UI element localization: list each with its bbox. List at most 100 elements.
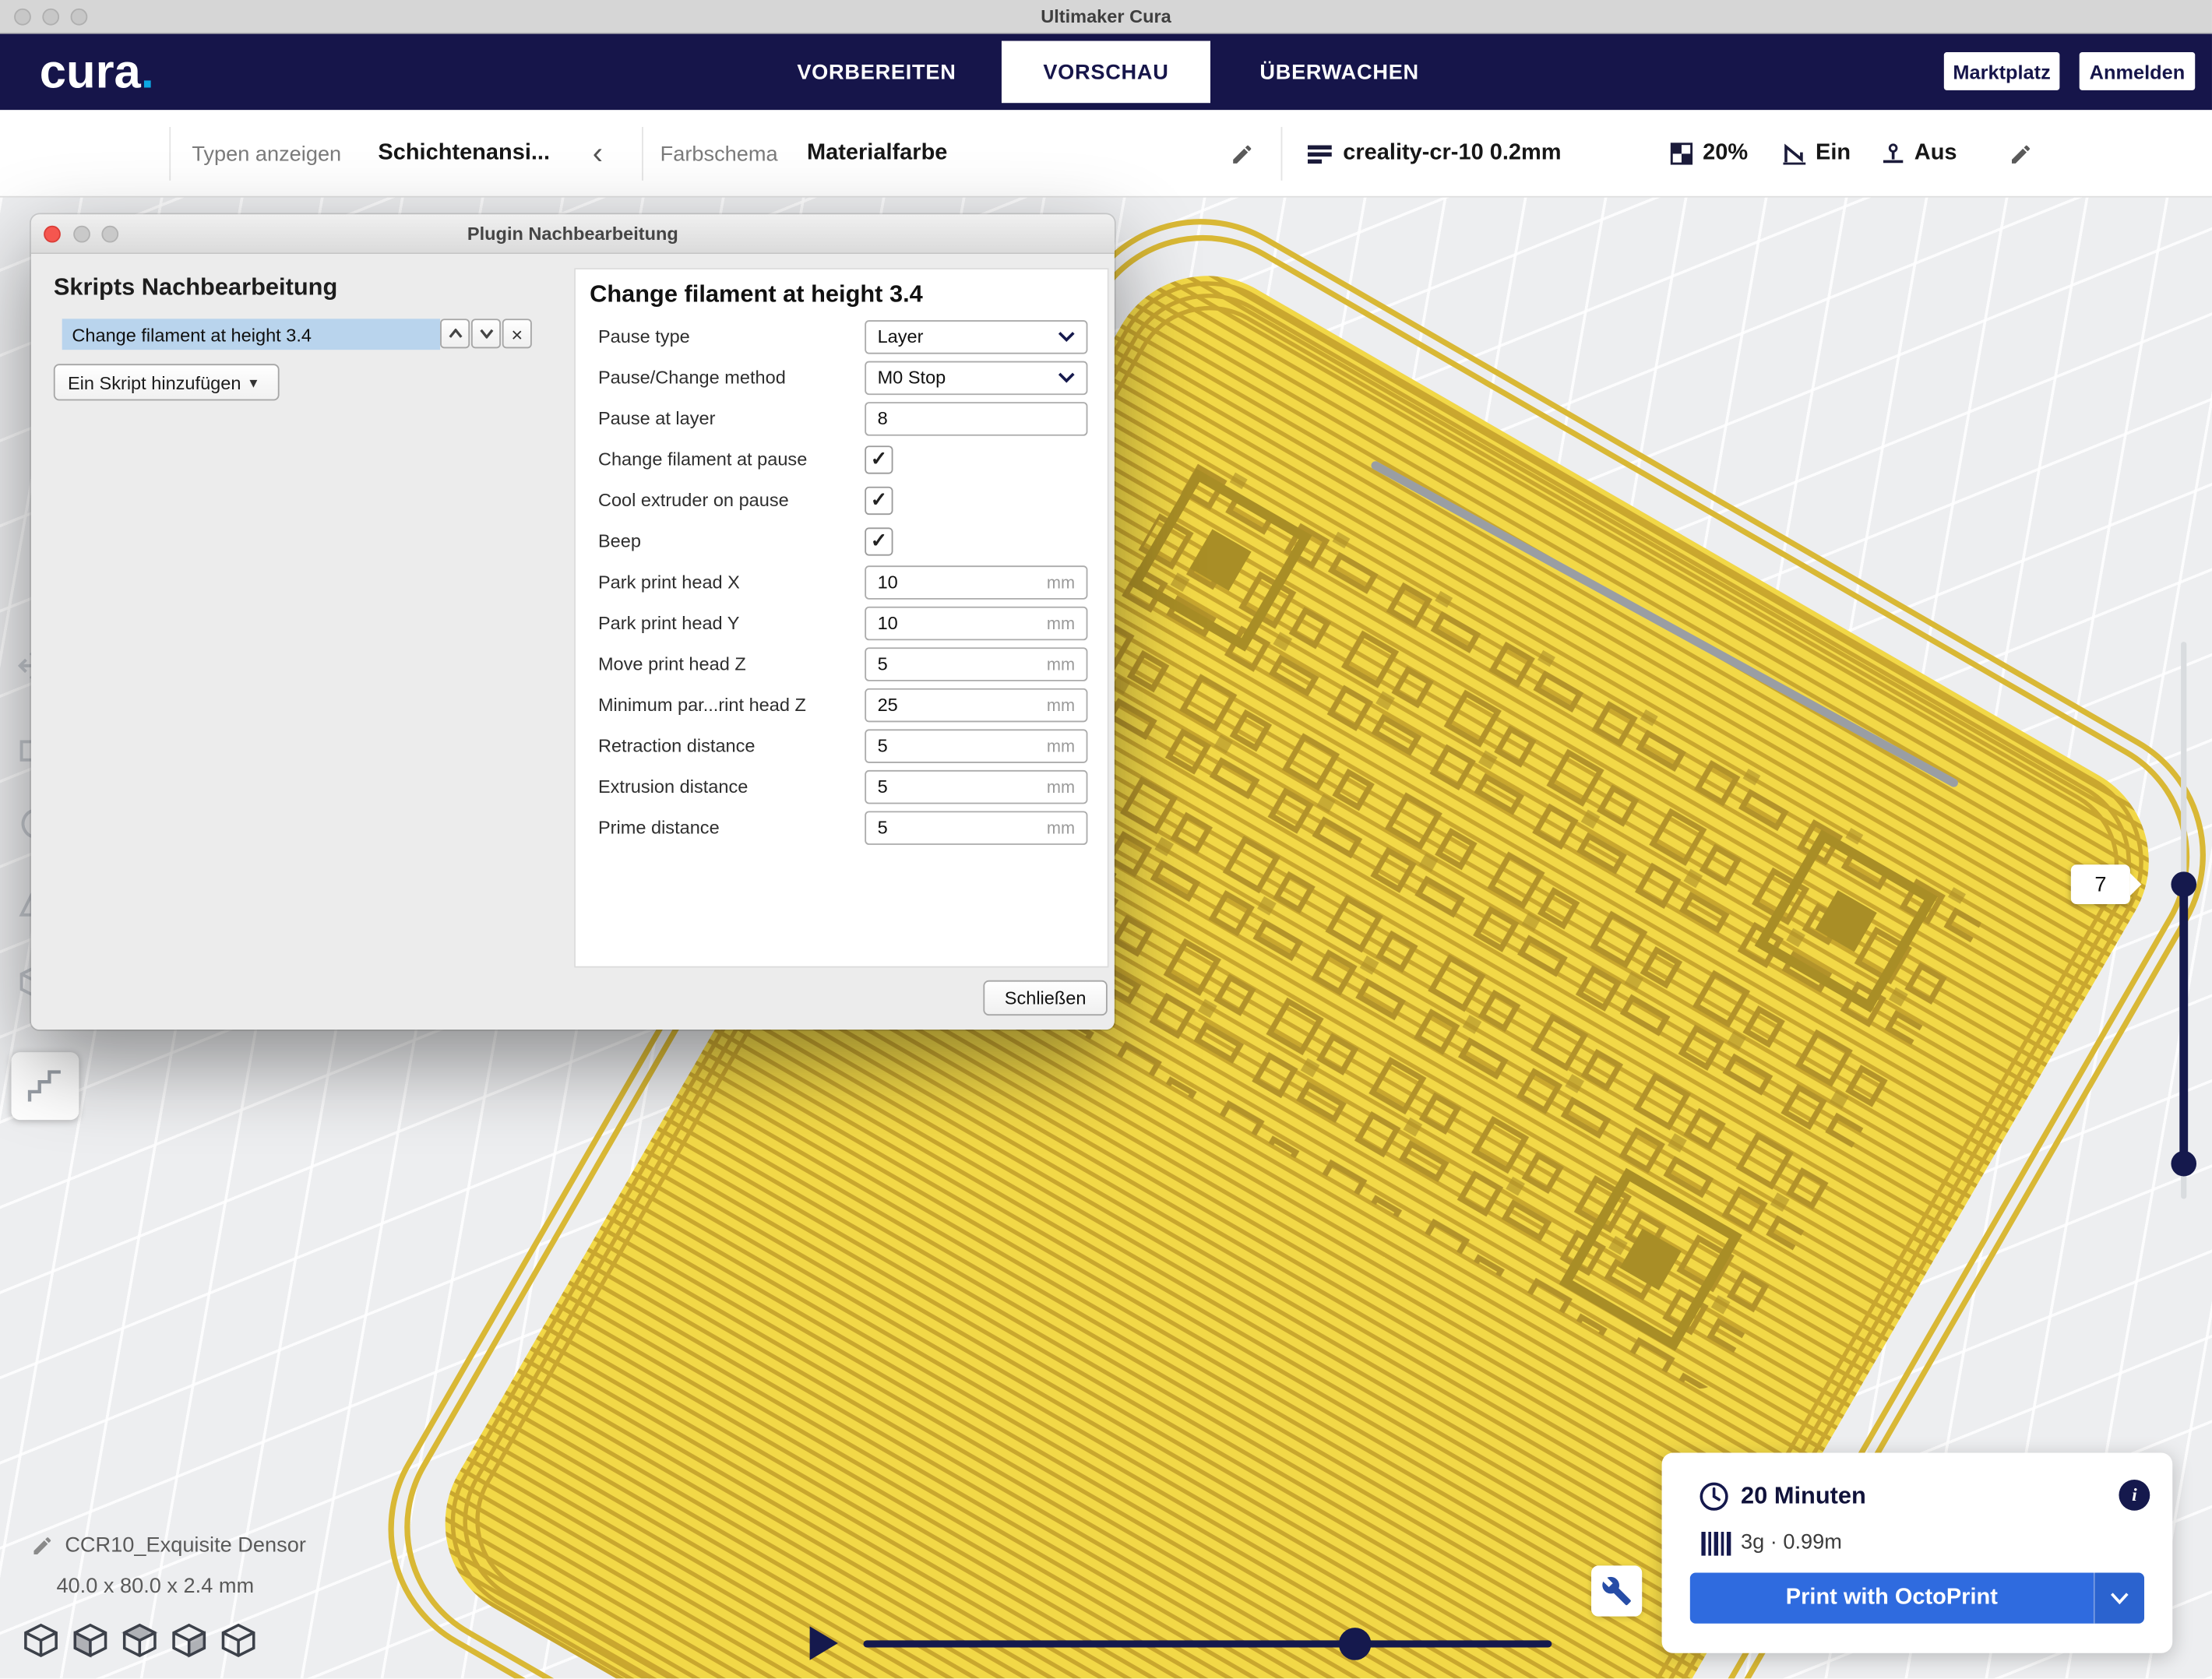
input-unit: mm — [1047, 695, 1075, 714]
dialog-close-action-button[interactable]: Schließen — [983, 980, 1107, 1015]
window-minimize-button[interactable] — [42, 9, 59, 26]
layer-slider-upper-handle[interactable] — [2171, 871, 2196, 897]
color-scheme-selector[interactable]: Materialfarbe — [807, 110, 947, 197]
move-script-up-button[interactable] — [440, 319, 470, 348]
adhesion-summary[interactable]: Aus — [1882, 110, 1957, 197]
move-print-head-z-input[interactable]: 5 mm — [865, 646, 1087, 680]
simulation-slider-track[interactable] — [863, 1640, 1552, 1647]
infill-summary[interactable]: 20% — [1670, 110, 1748, 197]
input-unit: mm — [1047, 613, 1075, 632]
dialog-titlebar[interactable]: Plugin Nachbearbeitung — [31, 214, 1115, 254]
toolbar-divider — [1281, 127, 1283, 181]
layer-slider-range[interactable] — [2179, 885, 2188, 1164]
print-options-dropdown[interactable] — [2094, 1572, 2144, 1623]
chevron-down-icon — [2111, 1592, 2129, 1604]
park-print-head-y-input[interactable]: 10 mm — [865, 606, 1087, 639]
dialog-close-button[interactable] — [44, 226, 61, 243]
field-row: Pause at layer 8 — [576, 398, 1108, 439]
pause-at-layer-input[interactable]: 8 — [865, 401, 1087, 435]
field-label: Pause/Change method — [598, 367, 865, 388]
view-type-label: Typen anzeigen — [192, 110, 341, 197]
retraction-distance-input[interactable]: 5 mm — [865, 728, 1087, 762]
field-row: Beep ✓ — [576, 520, 1108, 561]
chevron-left-icon: ‹ — [593, 138, 603, 169]
view-left-icon[interactable] — [171, 1622, 207, 1659]
view-front-icon[interactable] — [72, 1622, 108, 1659]
remove-script-button[interactable]: × — [502, 319, 532, 348]
os-titlebar[interactable]: Ultimaker Cura — [0, 0, 2212, 33]
caret-down-icon: ▾ — [249, 373, 257, 392]
selected-script-item[interactable]: Change filament at height 3.4 — [62, 319, 440, 350]
marketplace-button[interactable]: Marktplatz — [1944, 52, 2060, 90]
color-scheme-label: Farbschema — [660, 110, 778, 197]
input-value: 8 — [878, 407, 1076, 428]
edit-print-settings-button[interactable] — [2009, 110, 2033, 197]
cool-extruder-checkbox[interactable]: ✓ — [865, 486, 893, 514]
window-zoom-button[interactable] — [71, 9, 88, 26]
edit-colorscheme-button[interactable] — [1230, 110, 1254, 197]
support-blocker-tool[interactable] — [11, 1052, 79, 1120]
wrench-icon — [1601, 1575, 1633, 1607]
prime-distance-input[interactable]: 5 mm — [865, 811, 1087, 844]
support-value: Ein — [1816, 141, 1851, 167]
field-label: Retraction distance — [598, 735, 865, 756]
infill-icon — [1670, 143, 1692, 165]
printer-layers-icon — [1306, 142, 1333, 166]
signin-button[interactable]: Anmelden — [2080, 52, 2196, 90]
info-icon[interactable]: i — [2119, 1480, 2150, 1511]
minimum-park-print-head-z-input[interactable]: 25 mm — [865, 688, 1087, 721]
input-value: 5 — [878, 653, 1047, 674]
change-filament-at-pause-checkbox[interactable]: ✓ — [865, 445, 893, 473]
app-header: cura. VORBEREITEN VORSCHAU ÜBERWACHEN Ma… — [0, 33, 2212, 110]
field-row: Prime distance 5 mm — [576, 807, 1108, 848]
dialog-minimize-button[interactable] — [73, 226, 90, 243]
beep-checkbox[interactable]: ✓ — [865, 526, 893, 554]
select-value: Layer — [878, 326, 1058, 347]
printer-settings-summary[interactable]: creality-cr-10 0.2mm — [1306, 110, 1561, 197]
view-type-selector[interactable]: Schichtenansi... — [378, 110, 550, 197]
view-right-icon[interactable] — [220, 1622, 257, 1659]
field-row: Retraction distance 5 mm — [576, 725, 1108, 766]
field-label: Extrusion distance — [598, 776, 865, 797]
pause-type-select[interactable]: Layer — [865, 319, 1087, 353]
extrusion-distance-input[interactable]: 5 mm — [865, 769, 1087, 803]
tab-monitor[interactable]: ÜBERWACHEN — [1259, 33, 1418, 110]
collapse-panel-button[interactable]: ‹ — [593, 110, 603, 197]
field-label: Pause at layer — [598, 407, 865, 428]
pause-method-select[interactable]: M0 Stop — [865, 361, 1087, 394]
select-value: M0 Stop — [878, 367, 1058, 388]
field-label: Cool extruder on pause — [598, 489, 865, 510]
settings-heading: Change filament at height 3.4 — [590, 280, 1108, 308]
rename-model-pencil-icon[interactable] — [31, 1535, 54, 1558]
layer-slider-lower-handle[interactable] — [2171, 1151, 2196, 1177]
adhesion-icon — [1882, 143, 1904, 165]
park-print-head-x-input[interactable]: 10 mm — [865, 565, 1087, 598]
pencil-icon — [1230, 142, 1254, 166]
logo-dot: . — [141, 44, 154, 100]
move-script-down-button[interactable] — [471, 319, 501, 348]
field-label: Change filament at pause — [598, 449, 865, 470]
script-settings-panel: Change filament at height 3.4 Pause type… — [574, 268, 1108, 967]
window-close-button[interactable] — [14, 9, 31, 26]
tab-preview[interactable]: VORSCHAU — [1002, 41, 1210, 104]
view-3d-icon[interactable] — [23, 1622, 59, 1659]
print-time-estimate: 20 Minuten — [1741, 1483, 1866, 1511]
window-title: Ultimaker Cura — [1041, 5, 1171, 26]
chevron-down-icon — [479, 329, 493, 339]
input-value: 10 — [878, 612, 1047, 633]
field-label: Move print head Z — [598, 653, 865, 674]
dialog-zoom-button[interactable] — [101, 226, 118, 243]
print-button-label: Print with OctoPrint — [1786, 1586, 1998, 1611]
support-summary[interactable]: Ein — [1783, 110, 1851, 197]
view-top-icon[interactable] — [122, 1622, 158, 1659]
simulation-slider-handle[interactable] — [1339, 1628, 1372, 1660]
machine-settings-shortcut[interactable] — [1591, 1565, 1642, 1616]
print-with-octoprint-button[interactable]: Print with OctoPrint — [1690, 1572, 2144, 1623]
input-value: 5 — [878, 735, 1047, 756]
stairs-icon — [26, 1066, 65, 1106]
play-button[interactable] — [810, 1626, 838, 1660]
close-icon: × — [511, 324, 523, 343]
add-script-dropdown[interactable]: Ein Skript hinzufügen ▾ — [54, 364, 280, 400]
tab-prepare[interactable]: VORBEREITEN — [797, 33, 956, 110]
adhesion-value: Aus — [1914, 141, 1957, 167]
